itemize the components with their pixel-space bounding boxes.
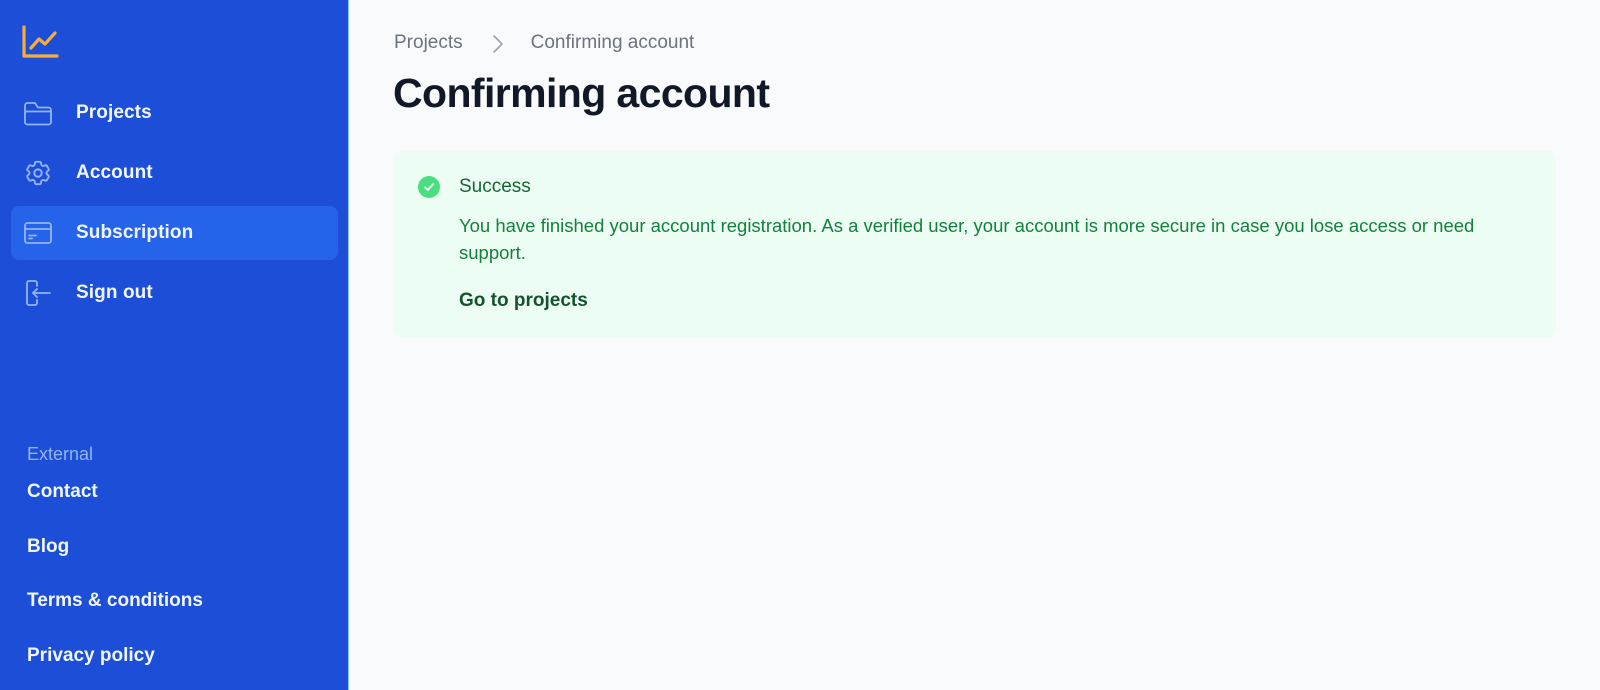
external-links-section: External Contact Blog Terms & conditions… [27, 444, 203, 690]
chevron-right-icon [491, 34, 509, 53]
sign-out-icon [22, 277, 54, 309]
contact-link[interactable]: Contact [27, 479, 203, 534]
chart-line-icon[interactable] [21, 24, 61, 60]
external-heading: External [27, 444, 94, 464]
blog-link[interactable]: Blog [27, 534, 203, 589]
sidebar-item-label: Projects [76, 102, 152, 123]
sidebar: Projects Account Subscription Sign out E… [0, 0, 349, 690]
check-circle-icon [418, 176, 440, 198]
sidebar-item-label: Sign out [76, 282, 153, 303]
folder-icon [22, 97, 54, 129]
alert-title: Success [459, 176, 531, 197]
privacy-policy-link[interactable]: Privacy policy [27, 643, 203, 690]
sidebar-item-account[interactable]: Account [11, 146, 338, 200]
sidebar-item-label: Subscription [76, 222, 194, 243]
breadcrumb-projects[interactable]: Projects [394, 32, 463, 54]
sidebar-item-sign-out[interactable]: Sign out [11, 266, 338, 320]
sidebar-item-projects[interactable]: Projects [11, 86, 338, 140]
app-root: Projects Account Subscription Sign out E… [0, 0, 1600, 690]
sidebar-item-label: Account [76, 162, 153, 183]
breadcrumb-current[interactable]: Confirming account [531, 32, 695, 54]
breadcrumb: Projects Confirming account [394, 32, 694, 54]
main-content: Projects Confirming account Confirming a… [349, 0, 1600, 690]
credit-card-icon [22, 217, 54, 249]
sidebar-nav: Projects Account Subscription Sign out [11, 86, 338, 326]
go-to-projects-link[interactable]: Go to projects [459, 290, 588, 312]
page-title: Confirming account [393, 70, 770, 116]
alert-message: You have finished your account registrat… [459, 215, 1475, 263]
terms-link[interactable]: Terms & conditions [27, 588, 203, 643]
sidebar-item-subscription[interactable]: Subscription [11, 206, 338, 260]
success-alert: Success You have finished your account r… [394, 151, 1556, 337]
gear-icon [22, 157, 54, 189]
